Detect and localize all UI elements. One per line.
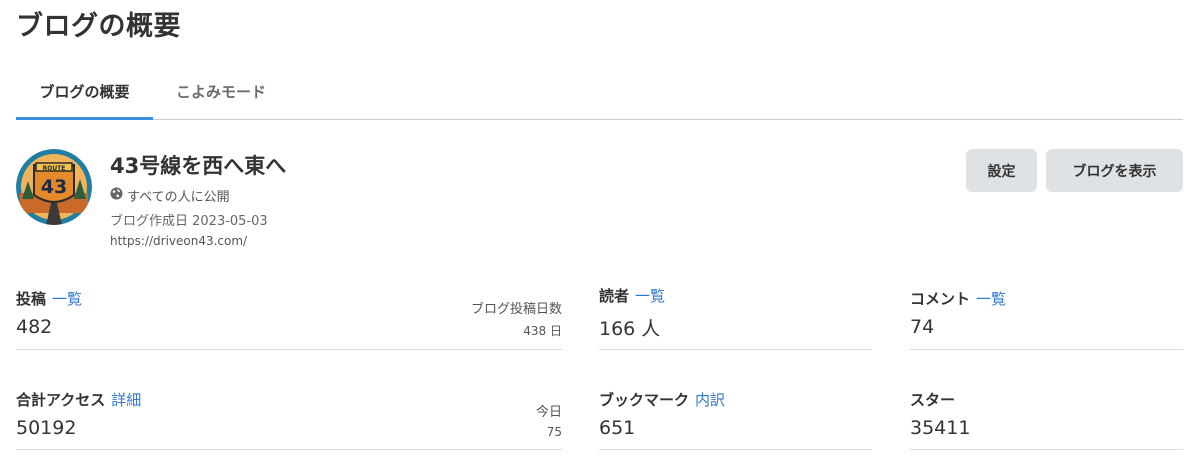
stat-posts-label: 投稿 [16,290,47,308]
stat-stars: スター 35411 [910,389,1183,450]
icon-route-text: ROUTE [43,165,66,172]
settings-button[interactable]: 設定 [966,149,1037,192]
stat-comments: コメント 一覧 74 [910,288,1183,350]
page-title: ブログの概要 [16,11,181,42]
tab-bar: ブログの概要 こよみモード [16,72,1183,120]
stat-access-value: 50192 [16,417,77,439]
icon-number-text: 43 [41,176,67,198]
posting-days-label: ブログ投稿日数 [470,302,562,317]
stat-stars-value: 35411 [910,417,971,439]
bookmarks-breakdown-link[interactable]: 内訳 [695,391,725,409]
stat-posts-value: 482 [16,316,53,338]
stat-stars-label: スター [910,391,956,409]
posting-days-value: 438 日 [523,324,562,338]
stat-posts: 投稿 一覧 482 ブログ投稿日数 438 日 [16,288,562,350]
stat-bookmarks-label: ブックマーク [599,391,690,409]
access-details-link[interactable]: 詳細 [111,391,141,409]
today-value: 75 [546,425,562,439]
stat-readers: 読者 一覧 166 人 [599,285,872,350]
blog-created-date: ブログ作成日 2023-05-03 [110,214,268,229]
posts-list-link[interactable]: 一覧 [52,290,82,308]
blog-url: https://driveon43.com/ [110,234,248,248]
blog-icon[interactable]: ROUTE 43 [16,149,92,225]
stat-bookmarks: ブックマーク 内訳 651 [599,389,872,450]
stat-readers-label: 読者 [599,287,630,305]
readers-list-link[interactable]: 一覧 [635,287,665,305]
visibility-status: すべての人に公開 [110,186,230,205]
blog-name: 43号線を西へ東へ [110,154,287,178]
view-blog-button[interactable]: ブログを表示 [1046,149,1183,192]
today-label: 今日 [535,405,562,420]
stat-total-access: 合計アクセス 詳細 50192 今日 75 [16,389,562,450]
stat-bookmarks-value: 651 [599,417,636,439]
stat-access-label: 合計アクセス [16,391,106,409]
tab-calendar-mode[interactable]: こよみモード [171,72,271,120]
stat-comments-value: 74 [910,316,935,338]
comments-list-link[interactable]: 一覧 [976,290,1006,308]
stat-readers-value: 166 人 [599,318,661,340]
visibility-label: すべての人に公開 [127,190,230,205]
stat-comments-label: コメント [910,290,971,308]
tab-blog-overview[interactable]: ブログの概要 [16,72,153,120]
globe-icon [110,187,123,204]
